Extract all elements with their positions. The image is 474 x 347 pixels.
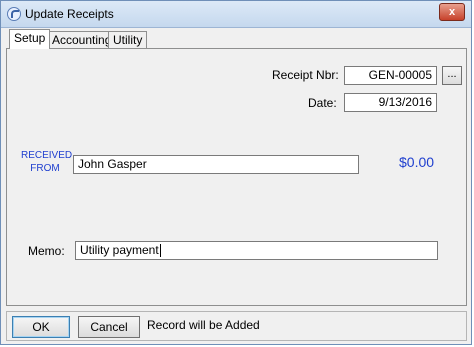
ok-button[interactable]: OK [12,316,70,338]
received-from-field[interactable]: John Gasper [73,155,359,174]
setup-tab-panel [6,48,467,306]
memo-label: Memo: [28,244,65,258]
receipt-nbr-label: Receipt Nbr: [272,68,339,82]
app-refresh-icon [7,7,21,21]
window-title: Update Receipts [25,7,114,21]
memo-field[interactable]: Utility payment [75,241,438,260]
tab-utility[interactable]: Utility [108,31,148,48]
receipt-lookup-button[interactable]: ... [442,66,462,85]
date-label: Date: [308,96,337,110]
text-caret [159,244,161,258]
status-text: Record will be Added [147,318,260,332]
close-button[interactable]: x [439,3,465,21]
tab-setup[interactable]: Setup [9,29,51,49]
received-label-line1: RECEIVED [21,150,73,161]
receipt-amount: $0.00 [399,154,435,170]
tab-accounting[interactable]: Accounting [47,31,117,48]
receipt-nbr-field[interactable]: GEN-00005 [344,66,437,85]
cancel-button[interactable]: Cancel [78,316,140,338]
received-label-line2: FROM [30,163,60,174]
title-bar[interactable]: Update Receipts x [1,1,471,28]
update-receipts-window: Update Receipts x Setup Accounting Utili… [0,0,472,345]
date-field[interactable]: 9/13/2016 [344,93,437,112]
received-from-label: RECEIVED FROM [21,149,73,175]
memo-text: Utility payment [80,243,159,257]
